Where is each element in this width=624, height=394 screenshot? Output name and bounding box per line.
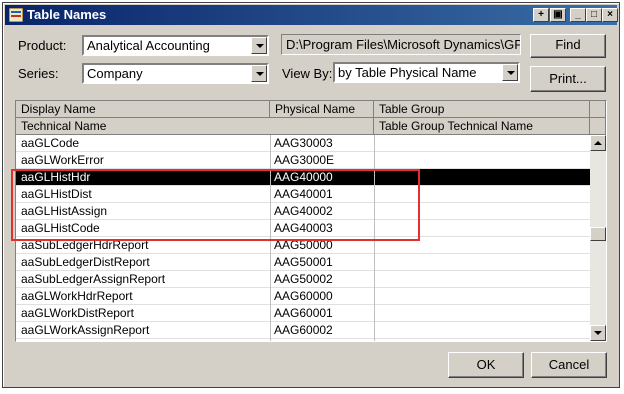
product-value: Analytical Accounting — [87, 38, 210, 53]
col-header-display-name[interactable]: Display Name — [16, 101, 270, 118]
display-name-cell: aaSubLedgerDistReport — [21, 255, 150, 269]
vertical-scrollbar[interactable] — [590, 135, 606, 341]
ok-button[interactable]: OK — [448, 352, 524, 378]
maximize-button[interactable]: □ — [586, 8, 602, 22]
series-select[interactable]: Company — [82, 63, 269, 84]
viewby-value: by Table Physical Name — [338, 65, 477, 80]
table-row[interactable]: aaGLCode AAG30003 — [16, 135, 590, 152]
column-chooser-icon[interactable] — [590, 101, 606, 118]
table-row[interactable]: aaGLWorkDistReport AAG60001 — [16, 305, 590, 322]
display-name-cell: aaGLWorkAssignReport — [21, 323, 150, 337]
table-row[interactable]: aaSubLedgerDistReport AAG50001 — [16, 254, 590, 271]
series-label: Series: — [18, 66, 59, 81]
chevron-down-icon[interactable] — [251, 37, 267, 54]
table-row[interactable]: aaSubLedgerAssignReport AAG50002 — [16, 271, 590, 288]
table-row[interactable]: aaGLWorkAssignReport AAG60002 — [16, 322, 590, 339]
app-icon — [9, 8, 23, 22]
display-name-cell: aaGLWorkHdrReport — [21, 289, 133, 303]
find-button[interactable]: Find — [530, 34, 606, 58]
col-header-technical-name[interactable]: Technical Name — [16, 118, 374, 135]
close-button[interactable]: × — [602, 8, 618, 22]
physical-name-cell: AAG60002 — [274, 323, 333, 337]
viewby-label: View By: — [282, 66, 333, 81]
pin-icon[interactable]: + — [533, 8, 549, 22]
col-header-table-group[interactable]: Table Group — [374, 101, 590, 118]
scroll-up-icon[interactable] — [590, 135, 606, 151]
physical-name-cell: AAG60001 — [274, 306, 333, 320]
display-name-cell: aaGLWorkDistReport — [21, 306, 134, 320]
physical-name-cell: AAG50001 — [274, 255, 333, 269]
col-header-table-group-technical-name[interactable]: Table Group Technical Name — [374, 118, 590, 135]
print-button-label: Print... — [549, 71, 587, 86]
physical-name-cell: AAG60000 — [274, 289, 333, 303]
scroll-down-icon[interactable] — [590, 325, 606, 341]
path-value: D:\Program Files\Microsoft Dynamics\GP$ — [286, 37, 521, 52]
chevron-down-icon[interactable] — [251, 65, 267, 82]
table-row[interactable]: aaGLWorkHdrReport AAG60000 — [16, 288, 590, 305]
col-header-physical-name[interactable]: Physical Name — [270, 101, 374, 118]
viewby-select[interactable]: by Table Physical Name — [333, 62, 520, 83]
table-row[interactable]: aaGLWorkError AAG3000E — [16, 152, 590, 169]
physical-name-cell: AAG50002 — [274, 272, 333, 286]
print-button[interactable]: Print... — [530, 66, 606, 92]
cancel-button-label: Cancel — [548, 357, 590, 372]
display-name-cell: aaSubLedgerAssignReport — [21, 272, 166, 286]
window-title: Table Names — [27, 7, 107, 22]
restore-icon[interactable]: ▣ — [550, 8, 566, 22]
physical-name-cell: AAG3000E — [274, 153, 335, 167]
chevron-down-icon[interactable] — [502, 64, 518, 81]
product-label: Product: — [18, 38, 67, 53]
series-value: Company — [87, 66, 143, 81]
display-name-cell: aaGLCode — [21, 136, 80, 150]
cancel-button[interactable]: Cancel — [531, 352, 607, 378]
physical-name-cell: AAG30003 — [274, 136, 333, 150]
minimize-button[interactable]: _ — [570, 8, 586, 22]
title-bar[interactable]: Table Names + ▣ _ □ × — [5, 5, 618, 25]
path-field: D:\Program Files\Microsoft Dynamics\GP$ — [281, 34, 521, 55]
ok-button-label: OK — [476, 357, 496, 372]
column-chooser-icon[interactable] — [590, 118, 606, 135]
product-select[interactable]: Analytical Accounting — [82, 35, 269, 56]
find-button-label: Find — [555, 37, 581, 52]
scroll-thumb[interactable] — [590, 227, 606, 241]
display-name-cell: aaGLWorkError — [21, 153, 104, 167]
annotation-highlight-box — [11, 169, 420, 241]
